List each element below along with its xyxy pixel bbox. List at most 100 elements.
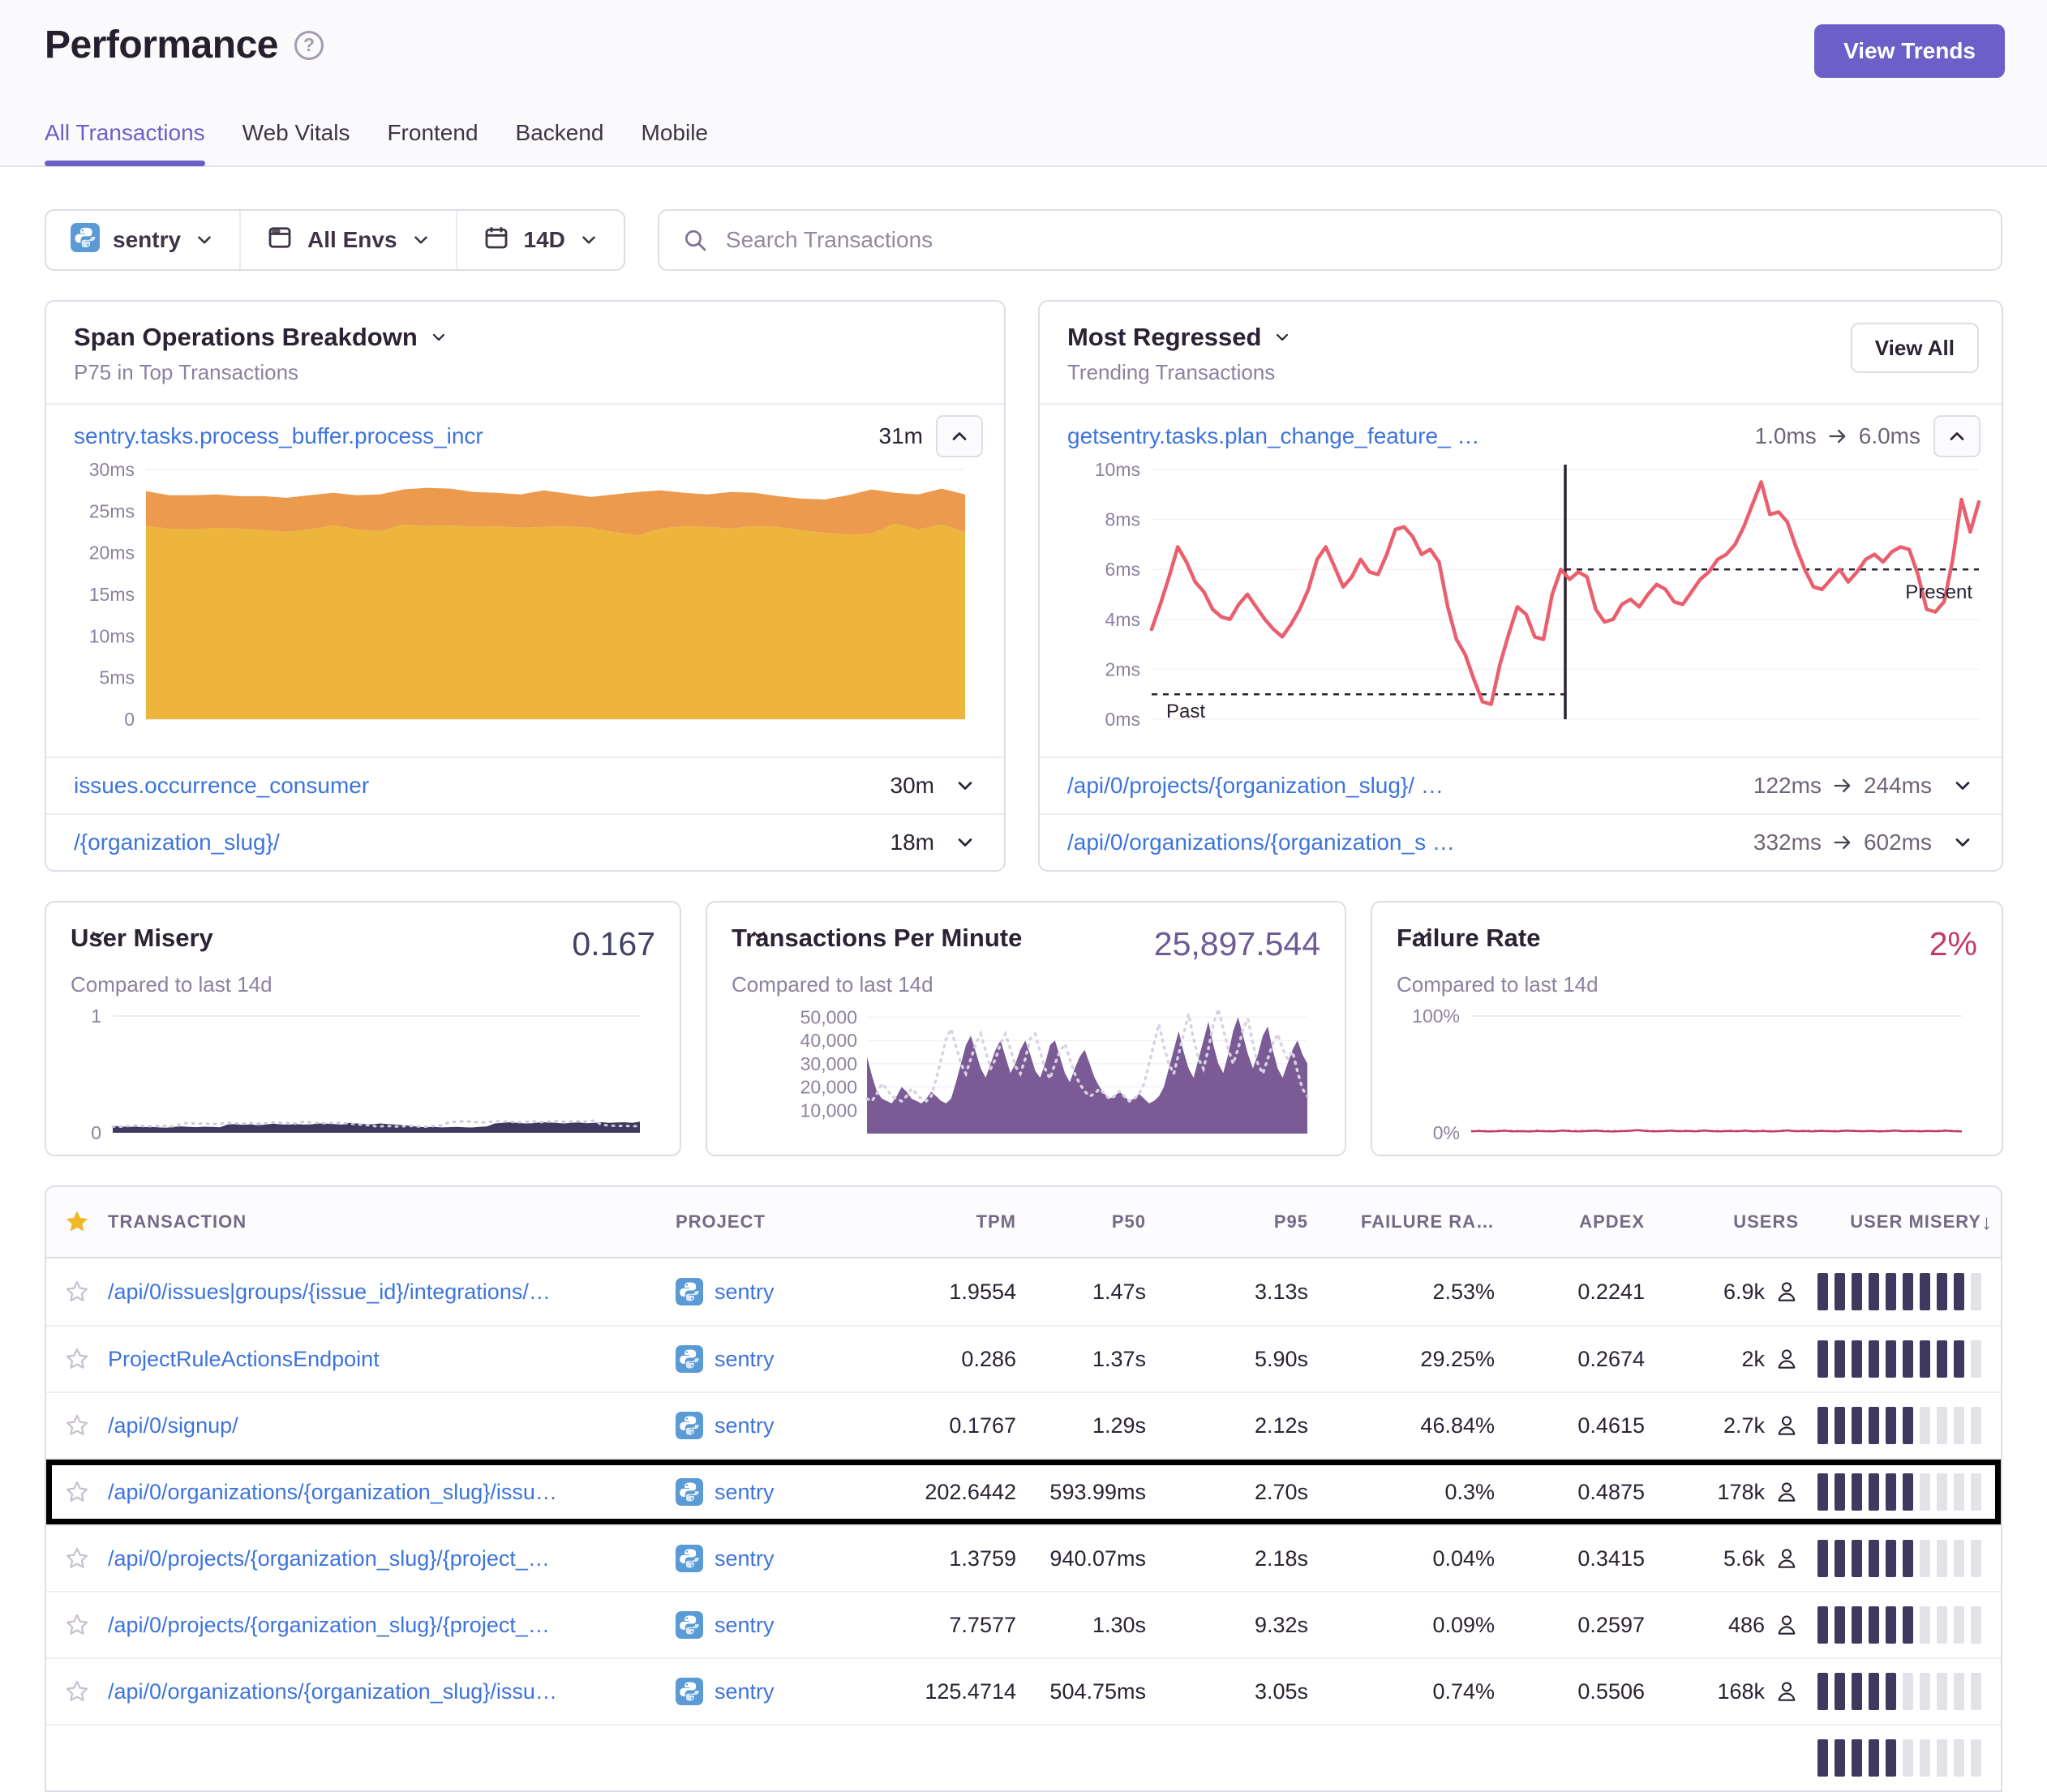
- project-link[interactable]: sentry: [715, 1413, 775, 1438]
- expand-chevron[interactable]: [1945, 774, 1980, 797]
- transaction-link[interactable]: /api/0/signup/: [108, 1413, 238, 1438]
- transaction-link[interactable]: /api/0/projects/{organization_slug}/ …: [1067, 773, 1740, 799]
- chevron-up-icon: [948, 425, 971, 448]
- python-logo-icon: [676, 1545, 703, 1572]
- transaction-link[interactable]: issues.occurrence_consumer: [74, 773, 878, 799]
- svg-text:0: 0: [124, 709, 135, 730]
- misery-bar: [1937, 1673, 1947, 1710]
- favorite-toggle[interactable]: [46, 1278, 108, 1305]
- transaction-link[interactable]: ProjectRuleActionsEndpoint: [108, 1347, 380, 1372]
- project-link[interactable]: sentry: [715, 1679, 775, 1704]
- transaction-link[interactable]: sentry.tasks.process_buffer.process_incr: [74, 423, 866, 449]
- table-header-row: TRANSACTIONPROJECTTPMP50P95FAILURE RA…AP…: [46, 1187, 2001, 1258]
- transaction-link[interactable]: /api/0/organizations/{organization_slug}…: [108, 1679, 557, 1704]
- favorite-toggle[interactable]: [46, 1412, 108, 1439]
- collapse-button[interactable]: [936, 415, 983, 457]
- environment-selector-label: All Envs: [307, 227, 397, 253]
- misery-bar: [1869, 1739, 1879, 1777]
- python-logo-icon: [676, 1478, 703, 1506]
- svg-text:40,000: 40,000: [800, 1030, 857, 1051]
- project-link[interactable]: sentry: [715, 1480, 775, 1505]
- svg-text:2ms: 2ms: [1105, 658, 1140, 680]
- misery-bar: [1886, 1273, 1896, 1310]
- date-range-selector[interactable]: 14D: [456, 211, 624, 269]
- project-link[interactable]: sentry: [715, 1347, 775, 1372]
- column-header-users[interactable]: USERS: [1653, 1211, 1807, 1233]
- user-misery-title-dropdown[interactable]: User Misery: [71, 924, 213, 953]
- misery-bar: [1817, 1606, 1828, 1644]
- user-misery-cell: [1807, 1739, 2001, 1777]
- p95-cell: 2.18s: [1154, 1546, 1316, 1571]
- tpm-title-dropdown[interactable]: Transactions Per Minute: [732, 924, 1022, 953]
- environment-selector[interactable]: All Envs: [239, 211, 455, 269]
- chevron-down-icon: [429, 328, 448, 347]
- transaction-link[interactable]: /api/0/organizations/{organization_s …: [1067, 830, 1740, 855]
- misery-bar: [1852, 1273, 1862, 1310]
- tab-frontend[interactable]: Frontend: [387, 120, 478, 165]
- tab-web-vitals[interactable]: Web Vitals: [242, 120, 350, 165]
- svg-text:10ms: 10ms: [89, 625, 135, 646]
- project-link[interactable]: sentry: [715, 1613, 775, 1638]
- span-ops-title-dropdown[interactable]: Span Operations Breakdown: [74, 323, 976, 352]
- collapse-button[interactable]: [1933, 415, 1980, 457]
- help-icon[interactable]: ?: [294, 31, 324, 60]
- tab-all-transactions[interactable]: All Transactions: [45, 120, 205, 165]
- tab-backend[interactable]: Backend: [516, 120, 604, 165]
- view-all-button[interactable]: View All: [1851, 323, 1979, 373]
- column-header-failure-ra-[interactable]: FAILURE RA…: [1316, 1211, 1503, 1233]
- most-regressed-title-dropdown[interactable]: Most Regressed: [1067, 323, 1974, 352]
- view-trends-button[interactable]: View Trends: [1814, 24, 2005, 78]
- column-header-transaction[interactable]: TRANSACTION: [108, 1211, 676, 1233]
- project-selector[interactable]: sentry: [46, 211, 239, 269]
- misery-bar: [1869, 1273, 1879, 1310]
- table-row: /api/0/projects/{organization_slug}/{pro…: [46, 1591, 2001, 1657]
- span-ops-chart[interactable]: 30ms25ms20ms15ms10ms5ms0: [69, 460, 971, 731]
- user-icon: [1774, 1679, 1799, 1704]
- star-icon: [63, 1545, 91, 1572]
- p50-cell: 1.29s: [1024, 1413, 1154, 1438]
- misery-bar: [1920, 1673, 1930, 1710]
- expand-chevron[interactable]: [947, 831, 983, 854]
- python-logo-icon: [676, 1412, 703, 1439]
- tab-mobile[interactable]: Mobile: [642, 120, 708, 165]
- column-header-p50[interactable]: P50: [1024, 1211, 1154, 1233]
- transaction-link[interactable]: getsentry.tasks.plan_change_feature_ …: [1067, 423, 1742, 449]
- transaction-link[interactable]: /api/0/projects/{organization_slug}/{pro…: [108, 1613, 550, 1638]
- transaction-link[interactable]: /api/0/projects/{organization_slug}/{pro…: [108, 1546, 550, 1571]
- column-header-user-misery[interactable]: USER MISERY ↓: [1807, 1210, 2001, 1235]
- svg-text:30ms: 30ms: [89, 460, 135, 480]
- table-row: /api/0/organizations/{organization_slug}…: [46, 1657, 2001, 1724]
- transaction-link[interactable]: /api/0/organizations/{organization_slug}…: [108, 1480, 557, 1505]
- favorite-toggle[interactable]: [46, 1678, 108, 1705]
- failure-rate-panel: Failure Rate 2% Compared to last 14d 100…: [1371, 901, 2003, 1156]
- regressed-item: getsentry.tasks.plan_change_feature_ …1.…: [1040, 405, 2002, 468]
- expand-chevron[interactable]: [1945, 831, 1980, 854]
- user-icon: [1774, 1480, 1799, 1504]
- favorite-toggle[interactable]: [46, 1478, 108, 1506]
- column-header-project[interactable]: PROJECT: [676, 1211, 878, 1233]
- expand-chevron[interactable]: [947, 774, 983, 797]
- failure-rate-title-dropdown[interactable]: Failure Rate: [1397, 924, 1540, 953]
- column-header-tpm[interactable]: TPM: [878, 1211, 1024, 1233]
- most-regressed-chart[interactable]: 10ms8ms6ms4ms2ms0msPastPresent: [1062, 460, 1987, 731]
- misery-bar: [1954, 1273, 1964, 1310]
- misery-bar: [1835, 1606, 1845, 1644]
- project-cell: sentry: [676, 1345, 878, 1373]
- misery-bar: [1920, 1739, 1930, 1777]
- column-header-apdex[interactable]: APDEX: [1503, 1211, 1653, 1233]
- table-row: ProjectRuleActionsEndpoint sentry 0.286 …: [46, 1325, 2001, 1391]
- favorite-toggle[interactable]: [46, 1545, 108, 1572]
- favorite-toggle[interactable]: [46, 1345, 108, 1373]
- project-cell: sentry: [676, 1412, 878, 1439]
- search-input[interactable]: [724, 226, 1978, 254]
- favorite-toggle[interactable]: [46, 1611, 108, 1639]
- span-ops-item: /{organization_slug}/ 18m: [46, 813, 1004, 870]
- sort-desc-icon: ↓: [1981, 1210, 1993, 1235]
- transaction-link[interactable]: /api/0/issues|groups/{issue_id}/integrat…: [108, 1280, 551, 1305]
- transaction-link[interactable]: /{organization_slug}/: [74, 830, 878, 855]
- favorites-column-header[interactable]: [46, 1207, 108, 1237]
- project-link[interactable]: sentry: [715, 1280, 775, 1305]
- star-icon: [63, 1611, 91, 1639]
- project-link[interactable]: sentry: [715, 1546, 775, 1571]
- column-header-p95[interactable]: P95: [1154, 1211, 1316, 1233]
